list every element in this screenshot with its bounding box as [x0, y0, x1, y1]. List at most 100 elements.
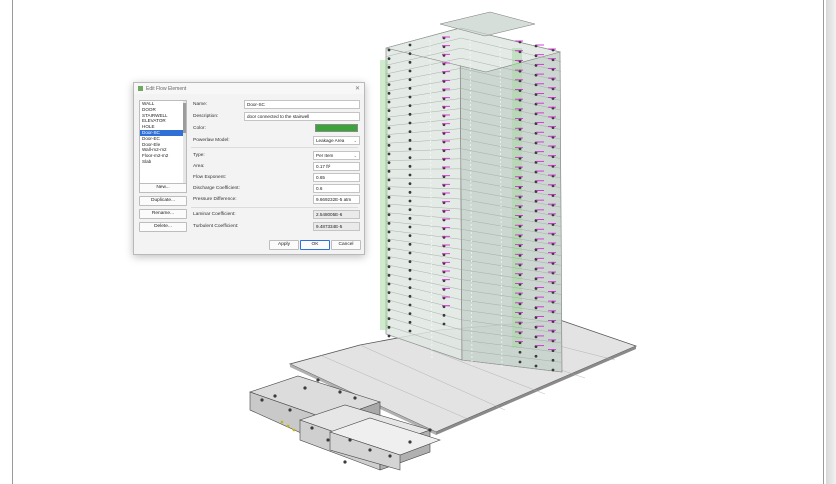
color-label: Color:	[193, 126, 206, 131]
flow-node	[387, 48, 391, 52]
flow-node	[387, 65, 391, 69]
flow-node	[387, 195, 391, 199]
cancel-button[interactable]: Cancel	[331, 240, 361, 250]
list-scrollbar-thumb[interactable]	[183, 103, 186, 133]
flow-node	[387, 187, 391, 191]
flow-node	[387, 126, 391, 130]
separator-2	[191, 207, 358, 208]
flow-node	[518, 350, 522, 354]
flow-node	[387, 135, 391, 139]
flow-node	[408, 260, 412, 264]
powerlaw-select[interactable]: Leakage Area ⌄	[313, 136, 360, 145]
flow-node	[387, 230, 391, 234]
flow-node	[408, 277, 412, 281]
laminar-coefficient-field: 2.548005E-6	[313, 210, 360, 219]
name-field[interactable]: Door-SC	[244, 100, 360, 109]
flow-exponent-field[interactable]: 0.65	[313, 173, 360, 182]
flow-node	[387, 100, 391, 104]
flow-node	[387, 265, 391, 269]
description-label: Description:	[193, 114, 219, 119]
flow-node	[408, 208, 412, 212]
screen: Edit Flow Element ✕ WALL DOOR STAIRWELL ELE…	[0, 0, 836, 484]
flow-node	[408, 312, 412, 316]
flow-node	[387, 308, 391, 312]
flow-node	[387, 169, 391, 173]
flow-node	[408, 147, 412, 151]
flow-node	[408, 234, 412, 238]
new-button[interactable]: New...	[139, 183, 187, 193]
duplicate-button[interactable]: Duplicate...	[139, 196, 187, 206]
flow-node	[387, 161, 391, 165]
ok-button[interactable]: OK	[300, 240, 330, 250]
discharge-coefficient-label: Discharge Coefficient:	[193, 186, 240, 191]
type-value: Per Item	[316, 153, 334, 158]
right-shade	[826, 0, 836, 484]
flow-node	[408, 69, 412, 73]
discharge-coefficient-field[interactable]: 0.6	[313, 184, 360, 193]
separator-1	[191, 147, 358, 148]
delete-button[interactable]: Delete...	[139, 222, 187, 232]
flow-node	[534, 354, 538, 358]
flow-node	[387, 325, 391, 329]
flow-node	[387, 57, 391, 61]
flow-node	[408, 112, 412, 116]
powerlaw-label: Powerlaw Model:	[193, 138, 230, 143]
flow-node	[387, 282, 391, 286]
stair-shaft-left	[380, 60, 388, 330]
area-field[interactable]: 0.17 ft²	[313, 162, 360, 171]
apply-button[interactable]: Apply	[269, 240, 299, 250]
flow-node	[408, 216, 412, 220]
flow-node	[408, 225, 412, 229]
flow-node	[387, 74, 391, 78]
flow-node	[408, 242, 412, 246]
flow-node	[551, 368, 555, 372]
flow-node	[387, 221, 391, 225]
flow-node	[387, 291, 391, 295]
flow-node	[387, 247, 391, 251]
type-label: Type:	[193, 153, 205, 158]
flow-node	[408, 268, 412, 272]
flow-node	[408, 95, 412, 99]
flow-node	[387, 143, 391, 147]
laminar-coefficient-label: Laminar Coefficient:	[193, 212, 236, 217]
description-field[interactable]: door connected to the stairwell	[244, 112, 360, 121]
flow-node	[408, 78, 412, 82]
flow-node	[408, 130, 412, 134]
list-scrollbar[interactable]	[183, 101, 186, 192]
right-border	[823, 0, 824, 484]
flow-node	[408, 121, 412, 125]
flow-node	[442, 322, 446, 326]
list-item[interactable]: Slab	[140, 159, 186, 165]
flow-node	[387, 204, 391, 208]
flow-node	[408, 190, 412, 194]
flow-node	[387, 213, 391, 217]
edit-flow-element-dialog[interactable]: Edit Flow Element ✕ WALL DOOR STAIRWELL ELE…	[133, 82, 365, 255]
dialog-title: Edit Flow Element	[146, 85, 187, 92]
close-icon[interactable]: ✕	[355, 85, 360, 92]
powerlaw-value: Leakage Area	[316, 138, 345, 143]
flow-node	[551, 358, 555, 362]
flow-node	[408, 60, 412, 64]
flow-node	[408, 329, 412, 333]
flow-node	[408, 104, 412, 108]
flow-node	[387, 152, 391, 156]
color-swatch[interactable]	[315, 124, 358, 132]
rename-button[interactable]: Rename...	[139, 209, 187, 219]
chevron-down-icon: ⌄	[353, 138, 357, 143]
flow-node	[387, 334, 391, 338]
flow-node	[387, 91, 391, 95]
flow-node	[518, 360, 522, 364]
dialog-titlebar[interactable]: Edit Flow Element	[134, 83, 364, 94]
element-list[interactable]: WALL DOOR STAIRWELL ELEVATOR HOLE Door-SC Door…	[139, 100, 187, 193]
flow-node	[408, 43, 412, 47]
flow-node	[408, 182, 412, 186]
flow-node	[387, 83, 391, 87]
pressure-difference-label: Pressure Difference:	[193, 197, 237, 202]
flow-node	[387, 178, 391, 182]
type-select[interactable]: Per Item ⌄	[313, 151, 360, 160]
area-label: Area:	[193, 164, 205, 169]
flow-node	[408, 251, 412, 255]
turbulent-coefficient-label: Turbulent Coefficient:	[193, 224, 239, 229]
flow-node	[387, 256, 391, 260]
pressure-difference-field[interactable]: 9.669232E-5 atm	[313, 195, 360, 204]
